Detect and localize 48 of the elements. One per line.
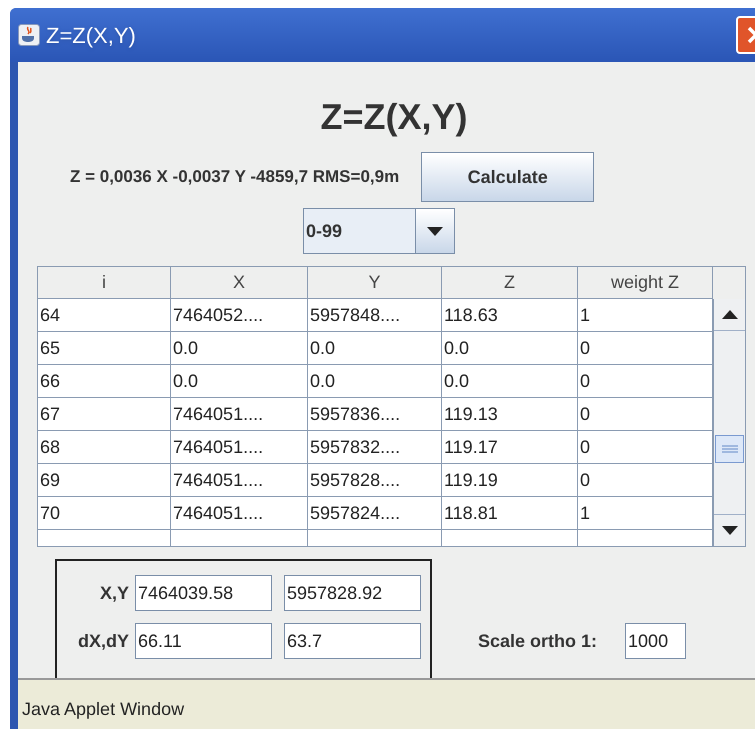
scrollbar[interactable] [713, 299, 745, 546]
table-cell: 67 [38, 398, 171, 431]
table-cell: 119.19 [442, 464, 578, 497]
table-cell: 7464051.... [171, 464, 308, 497]
coordinate-label: dX,dY [76, 630, 130, 652]
calculate-button[interactable]: Calculate [421, 152, 594, 202]
table-cell: 69 [38, 464, 171, 497]
java-cup-icon [18, 24, 40, 46]
scroll-down-icon[interactable] [722, 526, 738, 535]
table-cell: 64 [38, 299, 171, 332]
table-cell: 7464051.... [171, 398, 308, 431]
table-cell: 0.0 [308, 332, 442, 365]
table-cell: 0.0 [171, 332, 308, 365]
table-cell: 0.0 [171, 365, 308, 398]
scroll-grip-icon[interactable] [722, 445, 738, 453]
table-cell: 118.63 [442, 299, 578, 332]
heading: Z=Z(X,Y) [320, 95, 468, 139]
coordinate-field[interactable]: 7464039.58 [135, 575, 272, 611]
window-title: Z=Z(X,Y) [46, 22, 136, 50]
table-cell: 119.17 [442, 431, 578, 464]
coordinate-label: X,Y [98, 582, 130, 604]
table-cell: 0.0 [442, 365, 578, 398]
table-cell: 66 [38, 365, 171, 398]
table-cell: 118.81 [442, 497, 578, 530]
coordinate-field[interactable]: 5957828.92 [284, 575, 421, 611]
scale-label: Scale ortho 1: [478, 630, 598, 652]
table-cell: 7464051.... [171, 497, 308, 530]
status-bar: Java Applet Window [18, 678, 755, 729]
table-cell: 65 [38, 332, 171, 365]
table-cell: 5957828.... [308, 464, 442, 497]
table-cell: 5957832.... [308, 431, 442, 464]
table-cell: 7464052.... [171, 299, 308, 332]
table-cell: 0.0 [308, 365, 442, 398]
coordinate-field[interactable]: 63.7 [284, 623, 421, 659]
table-cell: 5957848.... [308, 299, 442, 332]
scroll-up-icon[interactable] [722, 310, 738, 319]
equation-text: Z = 0,0036 X -0,0037 Y -4859,7 RMS=0,9m [70, 166, 400, 188]
table-cell: 5957824.... [308, 497, 442, 530]
table-cell: 7464051.... [171, 431, 308, 464]
table-cell: 70 [38, 497, 171, 530]
dropdown-arrow-icon [427, 226, 443, 236]
table-cell: 0.0 [442, 332, 578, 365]
scale-field[interactable]: 1000 [625, 623, 686, 659]
table-cell: 68 [38, 431, 171, 464]
coordinate-field[interactable]: 66.11 [135, 623, 272, 659]
table-cell: 5957836.... [308, 398, 442, 431]
table-cell: 119.13 [442, 398, 578, 431]
range-dropdown[interactable]: 0-99 [303, 208, 455, 254]
